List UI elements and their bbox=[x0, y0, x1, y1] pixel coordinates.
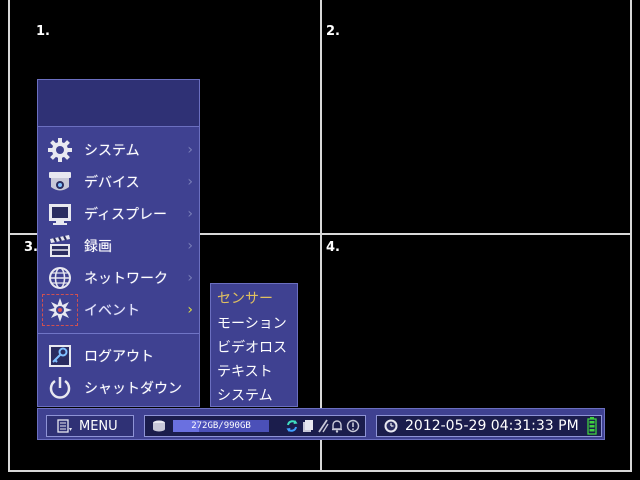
channel-2-label: 2. bbox=[326, 24, 340, 39]
gear-icon bbox=[44, 136, 76, 164]
network-cable-icon bbox=[317, 419, 329, 433]
submenu-item-text[interactable]: テキスト bbox=[217, 361, 273, 381]
storage-usage-bar: 272GB/990GB bbox=[173, 420, 269, 432]
menu-item-label: シャットダウン bbox=[84, 381, 182, 397]
camera-icon bbox=[44, 168, 76, 196]
chevron-right-icon: › bbox=[187, 174, 193, 190]
event-submenu: センサー モーション ビデオロス テキスト システム bbox=[210, 283, 298, 407]
alarm-burst-icon bbox=[42, 294, 78, 326]
channel-4-label: 4. bbox=[326, 240, 340, 255]
menu-item-record[interactable]: 録画 › bbox=[38, 231, 199, 261]
menu-item-system[interactable]: システム › bbox=[38, 135, 199, 165]
copy-icon bbox=[302, 419, 314, 433]
menu-divider bbox=[38, 333, 199, 334]
menu-item-label: システム bbox=[84, 143, 140, 159]
power-icon bbox=[44, 374, 76, 402]
chevron-right-icon: › bbox=[187, 206, 193, 222]
alert-icon bbox=[346, 419, 360, 433]
menu-item-label: 録画 bbox=[84, 239, 112, 255]
menu-item-label: ネットワーク bbox=[84, 271, 168, 287]
menu-item-label: デバイス bbox=[84, 175, 140, 191]
status-bar: MENU 272GB/990GB 2012-05-29 04:31:33 PM bbox=[37, 408, 605, 440]
submenu-item-system[interactable]: システム bbox=[217, 385, 273, 405]
chevron-right-icon: › bbox=[187, 302, 193, 318]
menu-item-label: ディスプレー bbox=[84, 207, 168, 223]
sync-icon bbox=[285, 419, 299, 433]
menu-item-network[interactable]: ネットワーク › bbox=[38, 263, 199, 293]
menu-item-display[interactable]: ディスプレー › bbox=[38, 199, 199, 229]
menu-item-shutdown[interactable]: シャットダウン bbox=[38, 373, 199, 403]
channel-1-label: 1. bbox=[36, 24, 50, 39]
monitor-icon bbox=[44, 200, 76, 228]
clock-display: 2012-05-29 04:31:33 PM bbox=[376, 415, 602, 437]
channel-3-label: 3. bbox=[24, 240, 38, 255]
submenu-item-video-loss[interactable]: ビデオロス bbox=[217, 337, 287, 357]
menu-item-logout[interactable]: ログアウト bbox=[38, 341, 199, 371]
menu-button[interactable]: MENU bbox=[46, 415, 134, 437]
chevron-right-icon: › bbox=[187, 270, 193, 286]
main-menu: システム › デバイス › ディスプレー › 録画 › ネットワーク › イベン… bbox=[37, 79, 200, 407]
menu-item-device[interactable]: デバイス › bbox=[38, 167, 199, 197]
bell-icon bbox=[331, 419, 343, 433]
chevron-right-icon: › bbox=[187, 142, 193, 158]
storage-usage-text: 272GB/990GB bbox=[191, 421, 251, 431]
submenu-item-sensor[interactable]: センサー bbox=[217, 288, 273, 308]
battery-icon bbox=[587, 417, 597, 435]
chevron-right-icon: › bbox=[187, 238, 193, 254]
datetime-text: 2012-05-29 04:31:33 PM bbox=[405, 418, 579, 434]
grid-border-right bbox=[630, 0, 632, 472]
submenu-item-motion[interactable]: モーション bbox=[217, 313, 287, 333]
grid-border-left bbox=[8, 0, 10, 472]
menu-list-icon bbox=[57, 419, 73, 433]
menu-item-label: ログアウト bbox=[84, 349, 154, 365]
menu-item-event[interactable]: イベント › bbox=[38, 294, 199, 326]
menu-header bbox=[38, 80, 199, 127]
menu-item-label: イベント bbox=[84, 303, 140, 319]
logout-key-icon bbox=[44, 342, 76, 370]
clock-icon bbox=[383, 418, 399, 434]
menu-button-label: MENU bbox=[79, 418, 118, 434]
globe-icon bbox=[44, 264, 76, 292]
storage-indicator: 272GB/990GB bbox=[144, 415, 366, 437]
disk-icon bbox=[151, 419, 167, 433]
grid-vertical-divider bbox=[320, 0, 322, 472]
clapperboard-icon bbox=[44, 232, 76, 260]
